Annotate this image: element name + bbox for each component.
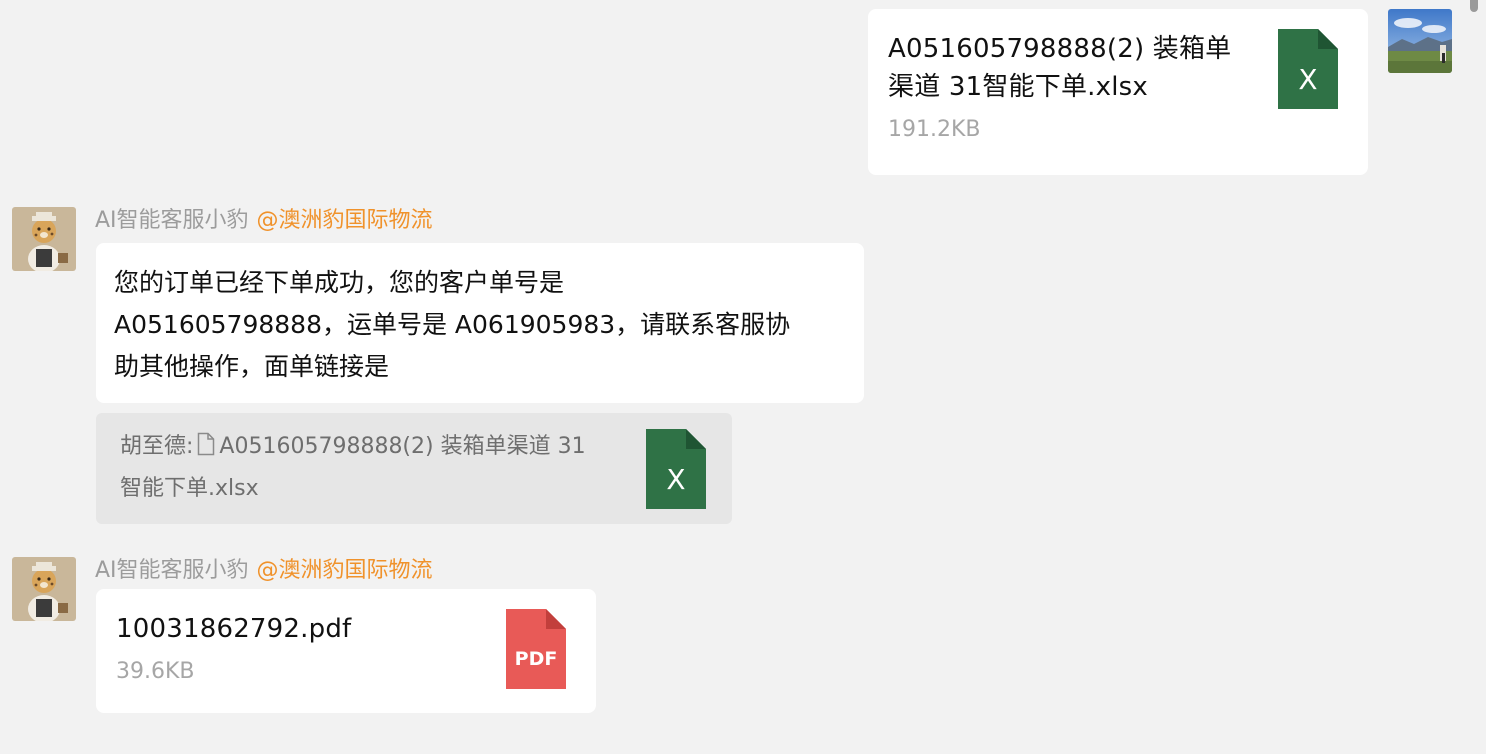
bot-avatar[interactable] (12, 557, 76, 621)
leopard-mascot-icon (12, 207, 76, 271)
sender-org[interactable]: @澳洲豹国际物流 (257, 208, 433, 233)
quote-author: 胡至德: (120, 434, 194, 459)
landscape-photo-icon (1388, 9, 1452, 73)
file-name-line-1: A051605798888(2) 装箱单 (888, 34, 1232, 64)
sender-name: AI智能客服小豹 (95, 558, 249, 583)
file-name-line-2: 渠道 31智能下单.xlsx (888, 72, 1148, 102)
pdf-file-icon: PDF (506, 609, 566, 689)
reply1-text-bubble[interactable]: 您的订单已经下单成功，您的客户单号是 A051605798888，运单号是 A0… (96, 243, 864, 403)
outgoing-file-name: A051605798888(2) 装箱单 渠道 31智能下单.xlsx (888, 30, 1258, 106)
leopard-mascot-icon (12, 557, 76, 621)
sender-org[interactable]: @澳洲豹国际物流 (257, 558, 433, 583)
pdf-file-name: 10031862792.pdf (116, 614, 352, 644)
excel-icon-letter: X (1298, 63, 1317, 96)
document-icon (198, 432, 215, 456)
quote-text: 胡至德: A051605798888(2) 装箱单渠道 31 智能下单.xlsx (120, 426, 620, 510)
outgoing-file-size: 191.2KB (888, 117, 981, 142)
bot-avatar[interactable] (12, 207, 76, 271)
quote-file-name-2: 智能下单.xlsx (120, 476, 259, 501)
pdf-icon-label: PDF (515, 648, 558, 670)
quoted-file-message[interactable]: 胡至德: A051605798888(2) 装箱单渠道 31 智能下单.xlsx … (96, 413, 732, 524)
reply1-text: 您的订单已经下单成功，您的客户单号是 A051605798888，运单号是 A0… (114, 262, 854, 388)
scrollbar-thumb[interactable] (1470, 0, 1478, 12)
pdf-file-size: 39.6KB (116, 659, 195, 684)
outgoing-file-bubble[interactable]: A051605798888(2) 装箱单 渠道 31智能下单.xlsx 191.… (868, 9, 1368, 175)
quote-file-name-1: A051605798888(2) 装箱单渠道 31 (219, 434, 586, 459)
pdf-file-bubble[interactable]: 10031862792.pdf 39.6KB PDF (96, 589, 596, 713)
reply1-sender-line: AI智能客服小豹 @澳洲豹国际物流 (95, 207, 433, 235)
reply1-line-3: 助其他操作，面单链接是 (114, 352, 390, 381)
excel-file-icon: X (646, 429, 706, 509)
quote-line-1: 胡至德: A051605798888(2) 装箱单渠道 31 (120, 426, 620, 468)
excel-icon-letter: X (666, 463, 685, 496)
excel-file-icon: X (1278, 29, 1338, 109)
reply1-line-1: 您的订单已经下单成功，您的客户单号是 (114, 268, 565, 297)
user-avatar[interactable] (1388, 9, 1452, 73)
reply2-sender-line: AI智能客服小豹 @澳洲豹国际物流 (95, 557, 433, 585)
reply1-line-2: A051605798888，运单号是 A061905983，请联系客服协 (114, 310, 791, 339)
sender-name: AI智能客服小豹 (95, 208, 249, 233)
